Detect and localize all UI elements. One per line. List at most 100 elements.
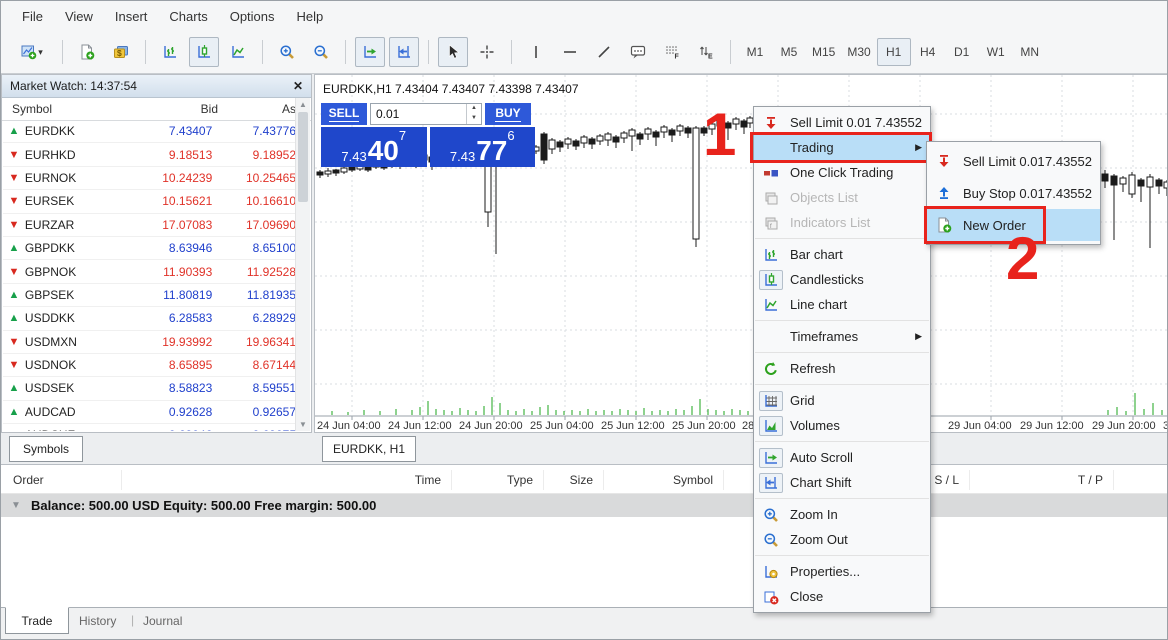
menu-file[interactable]: File bbox=[11, 9, 54, 24]
chevron-down-icon[interactable]: ▾ bbox=[38, 47, 43, 58]
crosshair-button[interactable] bbox=[472, 37, 502, 67]
menu-item-close[interactable]: Close bbox=[754, 584, 930, 609]
symbol-row-audchf[interactable]: ▲AUDCHF0.690460.69075 bbox=[3, 424, 296, 431]
timeframe-m5[interactable]: M5 bbox=[772, 38, 806, 66]
menu-item-label: Trading bbox=[790, 140, 834, 155]
menu-item-buy-stop-0-01[interactable]: Buy Stop 0.017.43552 bbox=[927, 177, 1100, 209]
menu-view[interactable]: View bbox=[54, 9, 104, 24]
symbol-row-usddkk[interactable]: ▲USDDKK6.285836.28929 bbox=[3, 307, 296, 330]
buy-button[interactable]: BUY bbox=[485, 103, 531, 125]
column-symbol[interactable]: Symbol bbox=[2, 102, 130, 116]
scroll-down-icon[interactable]: ▼ bbox=[296, 420, 310, 429]
close-icon[interactable]: ✕ bbox=[293, 79, 303, 93]
stepper-up-icon[interactable]: ▲ bbox=[467, 104, 481, 114]
menu-item-volumes[interactable]: Volumes bbox=[754, 413, 930, 438]
tab-journal[interactable]: Journal bbox=[143, 614, 182, 628]
symbol-row-gbpsek[interactable]: ▲GBPSEK11.8081911.81935 bbox=[3, 284, 296, 307]
auto-scroll-button[interactable] bbox=[355, 37, 385, 67]
buy-price-display[interactable]: 7.43 77 6 bbox=[430, 127, 536, 167]
menu-item-bar-chart[interactable]: Bar chart bbox=[754, 242, 930, 267]
scroll-thumb[interactable] bbox=[298, 112, 308, 202]
menu-item-chart-shift[interactable]: Chart Shift bbox=[754, 470, 930, 495]
candlesticks-button[interactable] bbox=[189, 37, 219, 67]
chart-panel[interactable]: EURDKK,H1 7.43404 7.43407 7.43398 7.4340… bbox=[314, 74, 1168, 433]
line-chart-button[interactable] bbox=[223, 37, 253, 67]
symbol-row-eursek[interactable]: ▼EURSEK10.1562110.16610 bbox=[3, 190, 296, 213]
menu-charts[interactable]: Charts bbox=[158, 9, 218, 24]
tab-history[interactable]: History bbox=[79, 614, 116, 628]
menu-item-timeframes[interactable]: Timeframes▶ bbox=[754, 324, 930, 349]
bar-chart-button[interactable] bbox=[155, 37, 185, 67]
symbol-name: GBPNOK bbox=[25, 265, 121, 279]
timeframe-d1[interactable]: D1 bbox=[945, 38, 979, 66]
timeframe-m30[interactable]: M30 bbox=[841, 38, 876, 66]
symbol-row-eurnok[interactable]: ▼EURNOK10.2423910.25465 bbox=[3, 167, 296, 190]
zoom-out-button[interactable] bbox=[306, 37, 336, 67]
menu-insert[interactable]: Insert bbox=[104, 9, 159, 24]
symbol-row-eurhkd[interactable]: ▼EURHKD9.185139.18952 bbox=[3, 143, 296, 166]
zoom-in-button[interactable] bbox=[272, 37, 302, 67]
timeframe-m1[interactable]: M1 bbox=[738, 38, 772, 66]
fibonacci-button[interactable]: F bbox=[657, 37, 687, 67]
volume-value[interactable]: 0.01 bbox=[371, 107, 466, 121]
cursor-button[interactable] bbox=[438, 37, 468, 67]
balance-row[interactable]: ▼ Balance: 500.00 USD Equity: 500.00 Fre… bbox=[1, 494, 1167, 517]
new-chart-button[interactable]: ▾ bbox=[11, 37, 53, 67]
tab-symbols[interactable]: Symbols bbox=[9, 436, 83, 462]
symbol-row-audcad[interactable]: ▲AUDCAD0.926280.92657 bbox=[3, 401, 296, 424]
market-watch-panel: Market Watch: 14:37:54 ✕ Symbol Bid Ask … bbox=[1, 74, 312, 433]
column-bid[interactable]: Bid bbox=[130, 102, 218, 116]
menu-item-trading[interactable]: Trading▶ bbox=[754, 135, 930, 160]
menu-item-refresh[interactable]: Refresh bbox=[754, 356, 930, 381]
menu-item-candlesticks[interactable]: Candlesticks bbox=[754, 267, 930, 292]
market-watch-scrollbar[interactable]: ▲ ▼ bbox=[295, 98, 310, 431]
sell-price-display[interactable]: 7.43 40 7 bbox=[321, 127, 427, 167]
collapse-chevron-icon[interactable]: ▼ bbox=[11, 500, 21, 511]
symbol-row-usdsek[interactable]: ▲USDSEK8.588238.59551 bbox=[3, 377, 296, 400]
symbol-row-usdmxn[interactable]: ▼USDMXN19.9399219.96341 bbox=[3, 331, 296, 354]
timeframe-h4[interactable]: H4 bbox=[911, 38, 945, 66]
column-header-symbol[interactable]: Symbol bbox=[603, 473, 713, 487]
menu-options[interactable]: Options bbox=[219, 9, 286, 24]
chart-shift-button[interactable] bbox=[389, 37, 419, 67]
column-header-order[interactable]: Order bbox=[13, 473, 44, 487]
market-watch-titlebar[interactable]: Market Watch: 14:37:54 ✕ bbox=[2, 75, 311, 98]
chart-shift-icon bbox=[759, 473, 783, 493]
new-order-button[interactable] bbox=[72, 37, 102, 67]
vertical-line-button[interactable] bbox=[521, 37, 551, 67]
text-balloon-button[interactable] bbox=[623, 37, 653, 67]
timeframe-mn[interactable]: MN bbox=[1013, 38, 1047, 66]
menu-item-grid[interactable]: Grid bbox=[754, 388, 930, 413]
symbol-row-eurdkk[interactable]: ▲EURDKK7.434077.43776 bbox=[3, 120, 296, 143]
tab-trade[interactable]: Trade bbox=[5, 607, 69, 634]
trendline-button[interactable] bbox=[589, 37, 619, 67]
volume-input[interactable]: 0.01 ▲ ▼ bbox=[370, 103, 482, 125]
menu-item-auto-scroll[interactable]: Auto Scroll bbox=[754, 445, 930, 470]
dollar-stack-button[interactable]: $ bbox=[106, 37, 136, 67]
column-header-size[interactable]: Size bbox=[483, 473, 593, 487]
volume-stepper[interactable]: ▲ ▼ bbox=[466, 104, 481, 124]
menu-item-line-chart[interactable]: Line chart bbox=[754, 292, 930, 317]
scroll-up-icon[interactable]: ▲ bbox=[296, 100, 310, 109]
symbol-row-gbpnok[interactable]: ▼GBPNOK11.9039311.92528 bbox=[3, 260, 296, 283]
symbol-row-usdnok[interactable]: ▼USDNOK8.658958.67144 bbox=[3, 354, 296, 377]
timeframe-h1[interactable]: H1 bbox=[877, 38, 911, 66]
column-ask[interactable]: Ask bbox=[218, 102, 302, 116]
horizontal-line-button[interactable] bbox=[555, 37, 585, 67]
menu-item-properties[interactable]: Properties... bbox=[754, 559, 930, 584]
tab-chart-eurdkk[interactable]: EURDKK, H1 bbox=[322, 436, 416, 462]
column-header-tp[interactable]: T / P bbox=[993, 473, 1103, 487]
menu-item-sell-limit-0-01[interactable]: Sell Limit 0.017.43552 bbox=[754, 110, 930, 135]
timeframe-w1[interactable]: W1 bbox=[979, 38, 1013, 66]
menu-item-one-click-trading[interactable]: One Click Trading bbox=[754, 160, 930, 185]
indicator-arrows-button[interactable]: E bbox=[691, 37, 721, 67]
sell-button[interactable]: SELL bbox=[321, 103, 367, 125]
menu-item-zoom-in[interactable]: Zoom In bbox=[754, 502, 930, 527]
menu-item-sell-limit-0-01[interactable]: Sell Limit 0.017.43552 bbox=[927, 145, 1100, 177]
symbol-row-eurzar[interactable]: ▼EURZAR17.0708317.09690 bbox=[3, 214, 296, 237]
timeframe-m15[interactable]: M15 bbox=[806, 38, 841, 66]
stepper-down-icon[interactable]: ▼ bbox=[467, 114, 481, 124]
menu-help[interactable]: Help bbox=[286, 9, 335, 24]
menu-item-zoom-out[interactable]: Zoom Out bbox=[754, 527, 930, 552]
symbol-row-gbpdkk[interactable]: ▲GBPDKK8.639468.65100 bbox=[3, 237, 296, 260]
